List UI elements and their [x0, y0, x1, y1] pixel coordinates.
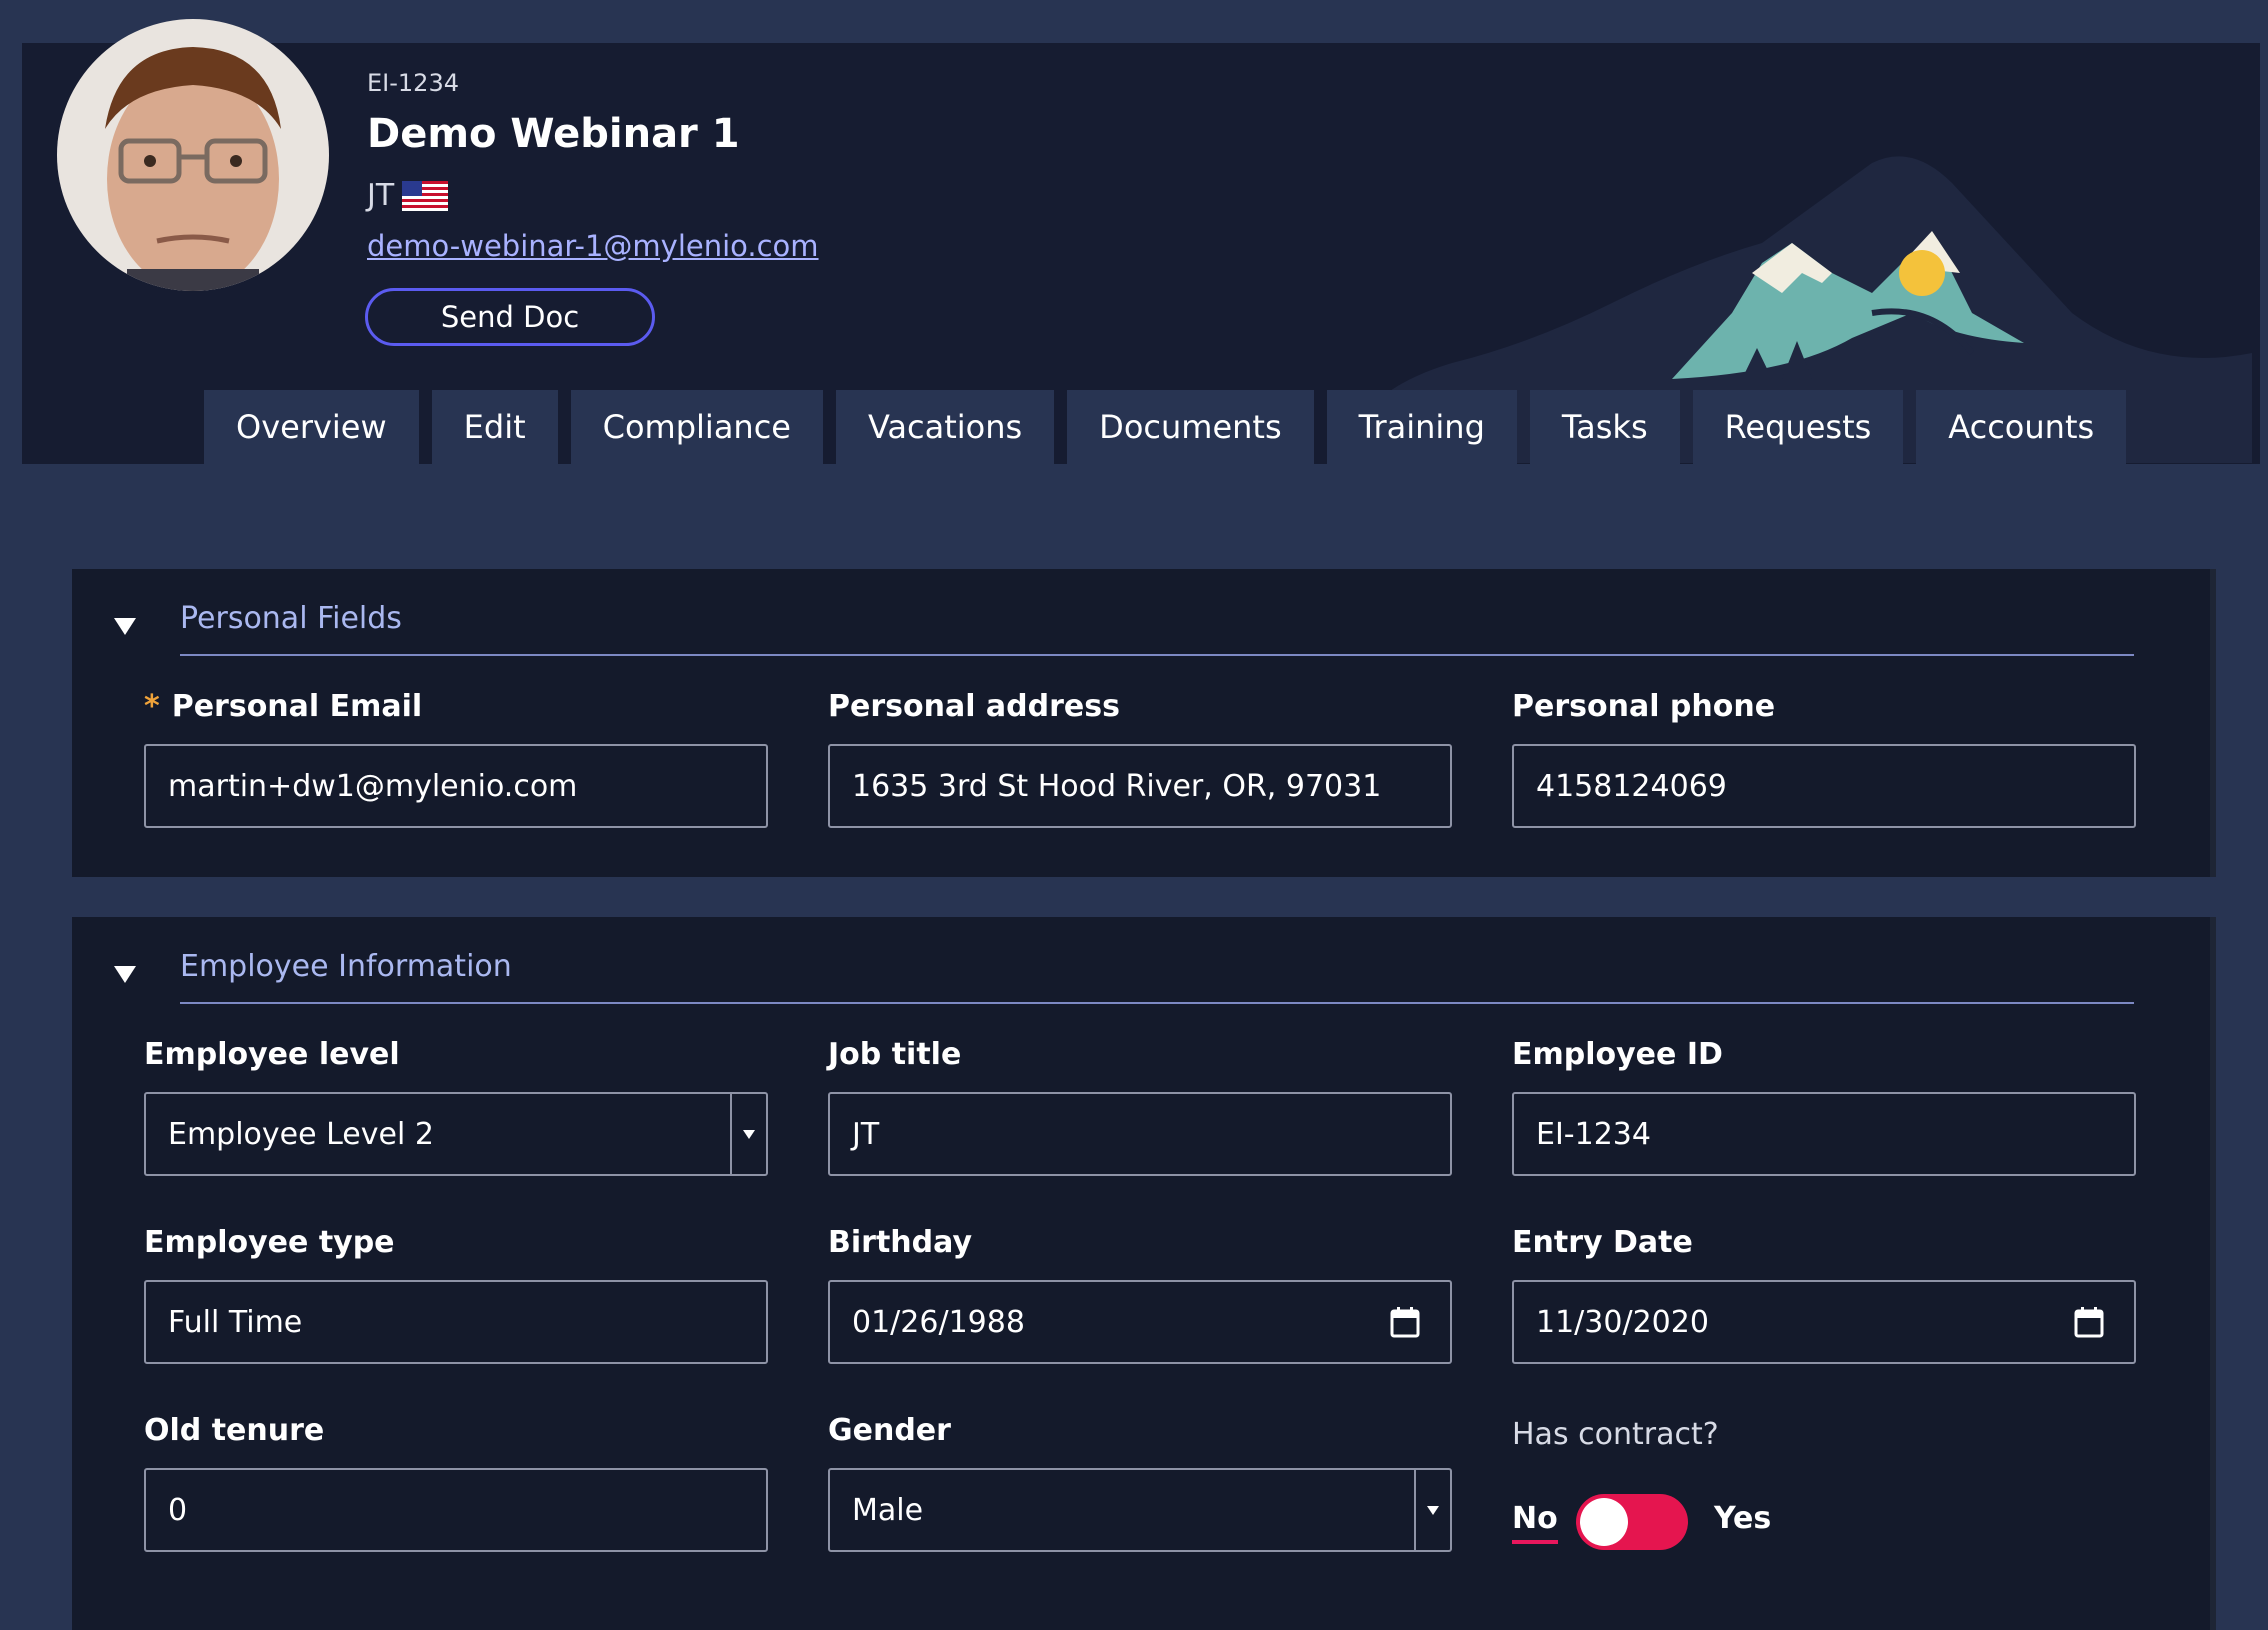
employee-email-link[interactable]: demo-webinar-1@mylenio.com [367, 229, 819, 263]
employee-code: EI-1234 [367, 69, 459, 97]
old-tenure-input[interactable]: 0 [144, 1468, 768, 1552]
us-flag-icon [402, 180, 449, 211]
tab-tasks[interactable]: Tasks [1529, 390, 1680, 464]
employee-name: Demo Webinar 1 [367, 111, 740, 157]
employee-info-panel: Employee Information Employee level Empl… [72, 917, 2210, 1630]
personal-email-input[interactable]: martin+dw1@mylenio.com [144, 744, 768, 828]
section-title-employee: Employee Information [180, 949, 2134, 1004]
tab-accounts[interactable]: Accounts [1916, 390, 2127, 464]
tab-training[interactable]: Training [1326, 390, 1517, 464]
collapse-caret-icon[interactable] [114, 966, 136, 983]
has-contract-label: Has contract? [1512, 1417, 1719, 1452]
has-contract-toggle[interactable] [1576, 1494, 1688, 1550]
employee-id-input[interactable]: EI-1234 [1512, 1092, 2136, 1176]
toggle-knob [1580, 1498, 1628, 1546]
tab-edit[interactable]: Edit [431, 390, 558, 464]
employee-initials: JT [367, 178, 395, 213]
calendar-icon[interactable] [2074, 1306, 2104, 1338]
chevron-down-icon[interactable] [730, 1094, 766, 1174]
avatar-photo [57, 19, 329, 291]
tab-compliance[interactable]: Compliance [570, 390, 823, 464]
employee-initials-row: JT [367, 178, 449, 213]
calendar-icon[interactable] [1390, 1306, 1420, 1338]
entry-date-input[interactable]: 11/30/2020 [1512, 1280, 2136, 1364]
send-doc-button[interactable]: Send Doc [365, 288, 655, 346]
personal-fields-panel: Personal Fields * Personal Email martin+d… [72, 569, 2210, 877]
birthday-value: 01/26/1988 [852, 1304, 1025, 1340]
contract-yes-label[interactable]: Yes [1714, 1501, 1771, 1536]
birthday-label: Birthday [828, 1225, 972, 1260]
gender-select[interactable]: Male [828, 1468, 1452, 1552]
employee-type-label: Employee type [144, 1225, 395, 1260]
employee-level-value: Employee Level 2 [168, 1116, 434, 1152]
collapse-caret-icon[interactable] [114, 618, 136, 635]
tab-overview[interactable]: Overview [204, 390, 419, 464]
tab-requests[interactable]: Requests [1692, 390, 1904, 464]
avatar [57, 19, 329, 291]
employee-level-label: Employee level [144, 1037, 400, 1072]
entry-date-label: Entry Date [1512, 1225, 1693, 1260]
personal-phone-label: Personal phone [1512, 689, 1776, 724]
profile-tabs: Overview Edit Compliance Vacations Docum… [204, 390, 2127, 464]
job-title-input[interactable]: JT [828, 1092, 1452, 1176]
employee-id-label: Employee ID [1512, 1037, 1723, 1072]
personal-email-label-text: Personal Email [171, 689, 423, 724]
required-marker: * [144, 689, 160, 724]
contract-no-label[interactable]: No [1512, 1501, 1558, 1544]
tab-vacations[interactable]: Vacations [835, 390, 1055, 464]
section-title-personal: Personal Fields [180, 601, 2134, 656]
old-tenure-label: Old tenure [144, 1413, 325, 1448]
personal-email-label: * Personal Email [144, 689, 422, 724]
gender-value: Male [852, 1492, 924, 1528]
personal-phone-input[interactable]: 4158124069 [1512, 744, 2136, 828]
employee-level-select[interactable]: Employee Level 2 [144, 1092, 768, 1176]
employee-type-input[interactable]: Full Time [144, 1280, 768, 1364]
tab-documents[interactable]: Documents [1067, 390, 1314, 464]
personal-address-input[interactable]: 1635 3rd St Hood River, OR, 97031 [828, 744, 1452, 828]
birthday-input[interactable]: 01/26/1988 [828, 1280, 1452, 1364]
gender-label: Gender [828, 1413, 951, 1448]
profile-header: EI-1234 Demo Webinar 1 JT demo-webinar-1… [22, 19, 2260, 464]
chevron-down-icon[interactable] [1414, 1470, 1450, 1550]
personal-address-label: Personal address [828, 689, 1120, 724]
entry-date-value: 11/30/2020 [1536, 1304, 1709, 1340]
job-title-label: Job title [828, 1037, 962, 1072]
